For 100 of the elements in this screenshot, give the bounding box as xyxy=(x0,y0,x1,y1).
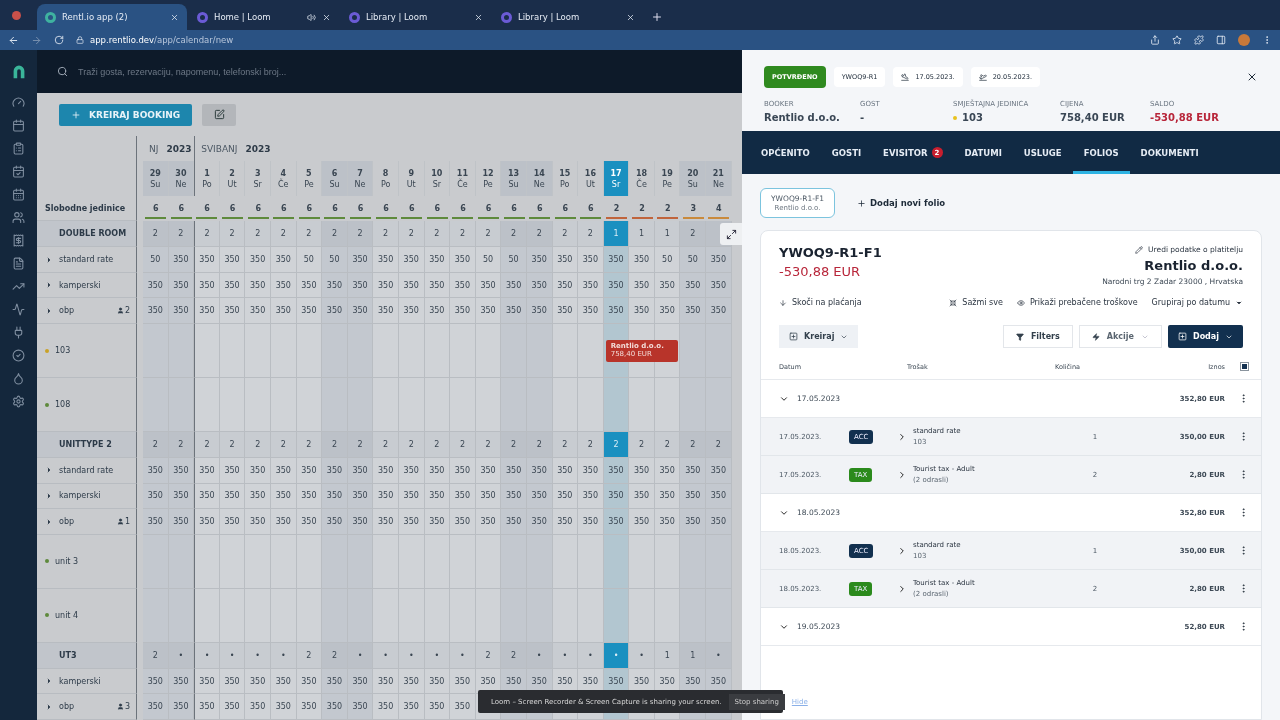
count-cell: 1 xyxy=(603,221,630,248)
count-cell: 2 xyxy=(680,432,707,459)
jump-to-payments-button[interactable]: Skoči na plaćanja xyxy=(779,298,862,307)
price-cell: 350 xyxy=(578,458,604,484)
panel-tab[interactable]: DOKUMENTI xyxy=(1129,131,1210,174)
close-icon[interactable] xyxy=(322,12,331,22)
search-field[interactable]: Traži gosta, rezervaciju, napomenu, telefonski broj... xyxy=(76,65,376,78)
check-circle-icon[interactable] xyxy=(12,349,25,362)
back-icon[interactable] xyxy=(8,34,19,46)
create-booking-button[interactable]: KREIRAJ BOOKING xyxy=(59,103,193,126)
browser-tab[interactable]: Library | Loom xyxy=(493,4,643,30)
group-by-dropdown[interactable]: Grupiraj po datumu xyxy=(1151,298,1243,307)
price-cell: 350 xyxy=(194,272,220,299)
day-header[interactable]: 17 Sr xyxy=(603,161,630,197)
browser-tab[interactable]: Home | Loom xyxy=(189,4,339,30)
speaker-icon[interactable] xyxy=(307,12,316,22)
day-header[interactable]: 20 Su xyxy=(680,161,707,197)
expand-icon[interactable] xyxy=(897,431,907,442)
close-icon[interactable] xyxy=(626,12,635,22)
panel-tab[interactable]: DATUMI xyxy=(953,131,1013,174)
day-header[interactable]: 30 Ne xyxy=(168,161,195,197)
expand-button[interactable] xyxy=(720,223,742,246)
month-name: SVIBANJ xyxy=(201,143,238,154)
window-control[interactable] xyxy=(12,11,21,20)
panel-tab[interactable]: USLUGE xyxy=(1012,131,1073,174)
calendar-check-icon[interactable] xyxy=(12,165,25,178)
document-icon[interactable] xyxy=(12,257,25,270)
price-cell: 350 xyxy=(450,668,476,695)
expand-icon[interactable] xyxy=(45,677,53,686)
expand-icon[interactable] xyxy=(45,281,53,290)
expand-icon[interactable] xyxy=(45,491,53,500)
expand-icon[interactable] xyxy=(45,702,53,711)
plug-icon[interactable] xyxy=(12,326,25,339)
free-count: 6 xyxy=(178,204,185,214)
expand-icon[interactable] xyxy=(897,583,907,594)
edit-list-button[interactable] xyxy=(202,103,237,126)
calendar-icon[interactable] xyxy=(12,188,25,201)
free-count: 6 xyxy=(460,204,466,214)
add-folio-button[interactable]: Dodaj novi folio xyxy=(851,197,952,209)
close-button[interactable] xyxy=(1246,71,1258,83)
new-tab-icon[interactable] xyxy=(651,11,663,23)
browser-tab[interactable]: Rentl.io app (2) xyxy=(37,4,187,30)
expand-icon[interactable] xyxy=(45,466,53,475)
settings-icon[interactable] xyxy=(12,395,25,408)
drop-icon[interactable] xyxy=(12,372,25,385)
price-cell: 350 xyxy=(194,483,220,510)
price-cell: 350 xyxy=(245,458,271,484)
expand-icon[interactable] xyxy=(897,469,907,480)
price-cell: 350 xyxy=(552,298,579,325)
reload-icon[interactable] xyxy=(54,35,64,45)
actions-dropdown[interactable]: Akcije xyxy=(1078,325,1162,348)
day-header[interactable]: 14 Ne xyxy=(526,161,553,197)
add-dropdown[interactable]: Dodaj xyxy=(1168,325,1243,348)
count-cell: • xyxy=(578,642,604,669)
price-cell: 350 xyxy=(398,694,425,720)
day-header[interactable]: 7 Ne xyxy=(347,161,374,197)
users-icon[interactable] xyxy=(12,211,25,224)
show-transferred-button[interactable]: Prikaži prebačene troškove xyxy=(1016,298,1138,307)
count-cell: • xyxy=(194,642,220,669)
count-cell: 2 xyxy=(168,221,195,248)
price-cell: 50 xyxy=(501,247,527,273)
price-cell: 350 xyxy=(450,483,476,510)
free-count: 6 xyxy=(306,204,313,214)
day-header[interactable]: 21 Ne xyxy=(706,161,732,197)
close-icon[interactable] xyxy=(170,12,179,22)
expand-icon[interactable] xyxy=(897,545,907,556)
gauge-icon[interactable] xyxy=(12,96,25,109)
expand-icon[interactable] xyxy=(45,517,53,526)
price-cell: 350 xyxy=(629,298,655,325)
browser-tab[interactable]: Library | Loom xyxy=(341,4,491,30)
filters-button[interactable]: Filters xyxy=(1002,325,1073,348)
sidebar-icon[interactable] xyxy=(1216,35,1226,45)
receipt-icon[interactable] xyxy=(12,234,25,247)
expand-icon[interactable] xyxy=(45,306,53,315)
calendar-icon[interactable] xyxy=(12,119,25,132)
create-dropdown[interactable]: Kreiraj xyxy=(779,325,859,348)
close-icon[interactable] xyxy=(474,12,483,22)
panel-tab[interactable]: FOLIOS xyxy=(1072,131,1130,174)
panel-tab[interactable]: OPĆENITO xyxy=(750,131,821,174)
free-count: 6 xyxy=(434,204,441,214)
price-cell: 350 xyxy=(706,483,732,510)
collapse-all-button[interactable]: Sažmi sve xyxy=(949,298,1003,307)
star-icon[interactable] xyxy=(1172,35,1182,45)
share-icon[interactable] xyxy=(1150,35,1160,45)
day-header[interactable]: 1 Po xyxy=(194,161,220,197)
day-header[interactable]: 6 Su xyxy=(322,161,348,197)
clipboard-icon[interactable] xyxy=(12,142,25,155)
count-cell: 2 xyxy=(270,221,297,248)
count-cell: • xyxy=(706,642,732,669)
select-all-checkbox[interactable] xyxy=(1240,362,1249,371)
extensions-icon[interactable] xyxy=(1194,35,1204,45)
day-header[interactable]: 13 Su xyxy=(501,161,527,197)
folio-title: YWOQ9-R1-F1 xyxy=(779,245,882,260)
expand-icon[interactable] xyxy=(45,255,53,264)
activity-icon[interactable] xyxy=(12,303,25,316)
guest-count: 3 xyxy=(116,702,136,712)
day-header[interactable]: 29 Su xyxy=(143,161,169,197)
panel-tab[interactable]: GOSTI xyxy=(820,131,873,174)
chart-icon[interactable] xyxy=(12,280,25,293)
price-cell: 350 xyxy=(424,694,451,720)
